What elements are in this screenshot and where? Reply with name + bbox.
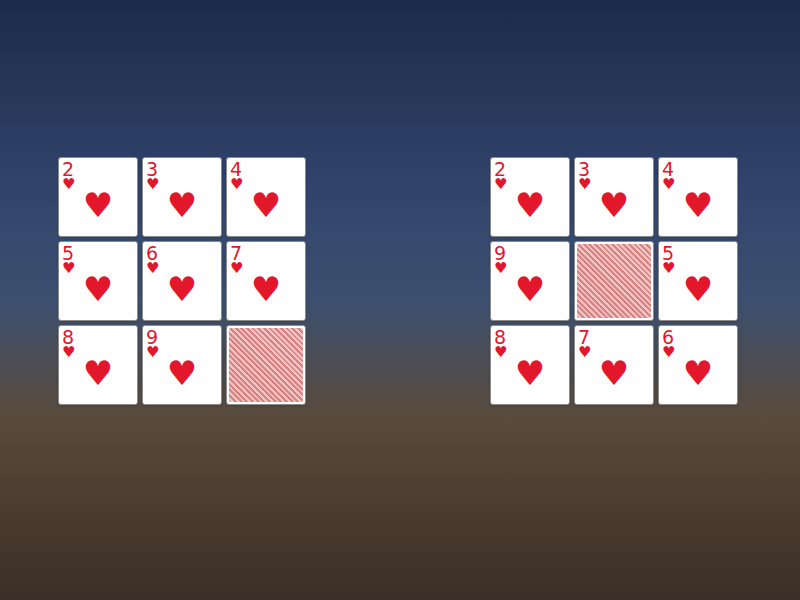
big-heart-icon: ♥: [167, 188, 197, 222]
card-rank: 4: [230, 160, 242, 178]
small-heart-icon: ♥: [230, 177, 243, 192]
small-heart-icon: ♥: [146, 345, 159, 360]
card[interactable]: 7♥♥: [574, 325, 654, 405]
card-rank: 3: [578, 160, 590, 178]
card-rank: 2: [62, 160, 74, 178]
target-grid: 2♥♥3♥♥4♥♥5♥♥6♥♥7♥♥8♥♥9♥♥: [58, 157, 306, 405]
card[interactable]: 4♥♥: [658, 157, 738, 237]
card-rank: 5: [662, 244, 674, 262]
big-heart-icon: ♥: [167, 272, 197, 306]
big-heart-icon: ♥: [683, 188, 713, 222]
big-heart-icon: ♥: [83, 188, 113, 222]
small-heart-icon: ♥: [230, 261, 243, 276]
card[interactable]: 8♥♥: [490, 325, 570, 405]
card: 7♥♥: [226, 241, 306, 321]
card-rank: 7: [230, 244, 242, 262]
card[interactable]: 9♥♥: [490, 241, 570, 321]
card-back[interactable]: [574, 241, 654, 321]
card: 6♥♥: [142, 241, 222, 321]
big-heart-icon: ♥: [515, 188, 545, 222]
card: 4♥♥: [226, 157, 306, 237]
card: 8♥♥: [58, 325, 138, 405]
big-heart-icon: ♥: [683, 272, 713, 306]
card-back: [226, 325, 306, 405]
card-rank: 7: [578, 328, 590, 346]
small-heart-icon: ♥: [662, 177, 675, 192]
card-rank: 2: [494, 160, 506, 178]
card-rank: 8: [62, 328, 74, 346]
card-rank: 4: [662, 160, 674, 178]
card: 5♥♥: [58, 241, 138, 321]
small-heart-icon: ♥: [578, 345, 591, 360]
card: 3♥♥: [142, 157, 222, 237]
card-rank: 6: [146, 244, 158, 262]
big-heart-icon: ♥: [251, 272, 281, 306]
big-heart-icon: ♥: [515, 356, 545, 390]
card-rank: 9: [494, 244, 506, 262]
big-heart-icon: ♥: [167, 356, 197, 390]
card[interactable]: 3♥♥: [574, 157, 654, 237]
card-rank: 6: [662, 328, 674, 346]
card[interactable]: 5♥♥: [658, 241, 738, 321]
small-heart-icon: ♥: [494, 261, 507, 276]
small-heart-icon: ♥: [146, 177, 159, 192]
small-heart-icon: ♥: [662, 345, 675, 360]
big-heart-icon: ♥: [251, 188, 281, 222]
small-heart-icon: ♥: [62, 261, 75, 276]
small-heart-icon: ♥: [494, 177, 507, 192]
board-grid: 2♥♥3♥♥4♥♥9♥♥5♥♥8♥♥7♥♥6♥♥: [490, 157, 738, 405]
big-heart-icon: ♥: [83, 356, 113, 390]
big-heart-icon: ♥: [683, 356, 713, 390]
small-heart-icon: ♥: [494, 345, 507, 360]
big-heart-icon: ♥: [83, 272, 113, 306]
card-rank: 5: [62, 244, 74, 262]
small-heart-icon: ♥: [62, 177, 75, 192]
big-heart-icon: ♥: [599, 356, 629, 390]
big-heart-icon: ♥: [599, 188, 629, 222]
card-rank: 8: [494, 328, 506, 346]
card[interactable]: 6♥♥: [658, 325, 738, 405]
card: 2♥♥: [58, 157, 138, 237]
card-rank: 9: [146, 328, 158, 346]
card[interactable]: 2♥♥: [490, 157, 570, 237]
small-heart-icon: ♥: [146, 261, 159, 276]
card: 9♥♥: [142, 325, 222, 405]
game-screen: 2♥♥3♥♥4♥♥5♥♥6♥♥7♥♥8♥♥9♥♥2♥♥3♥♥4♥♥9♥♥5♥♥8…: [0, 0, 800, 600]
small-heart-icon: ♥: [662, 261, 675, 276]
card-rank: 3: [146, 160, 158, 178]
big-heart-icon: ♥: [515, 272, 545, 306]
small-heart-icon: ♥: [62, 345, 75, 360]
small-heart-icon: ♥: [578, 177, 591, 192]
